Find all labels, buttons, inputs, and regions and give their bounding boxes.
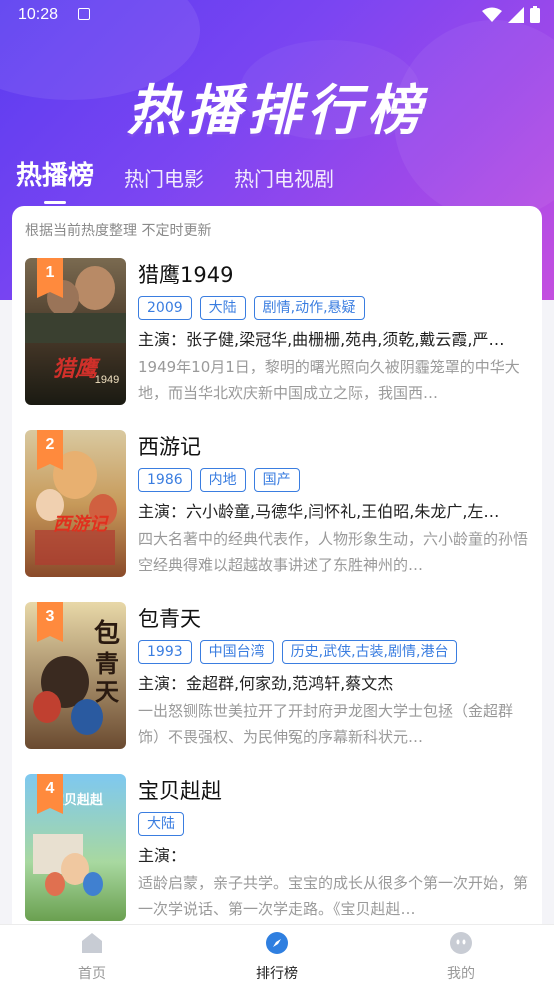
rank-badge: 2 — [37, 430, 63, 470]
wifi-icon — [482, 7, 502, 22]
rank-badge: 3 — [37, 602, 63, 642]
status-time: 10:28 — [18, 6, 59, 23]
list-item[interactable]: 宝贝赳赳 4 宝贝赳赳 大陆 主演： 适龄启蒙，亲子共学。宝宝的成长从很多个第一… — [25, 774, 530, 924]
tag-region: 大陆 — [138, 812, 184, 836]
item-info: 猎鹰1949 2009 大陆 剧情,动作,悬疑 主演：张子健,梁冠华,曲栅栅,苑… — [138, 258, 530, 406]
nav-ranking-label: 排行榜 — [256, 966, 298, 982]
svg-text:1949: 1949 — [95, 374, 119, 386]
bottom-nav: 首页 排行榜 我的 — [0, 924, 554, 984]
item-info: 西游记 1986 内地 国产 主演：六小龄童,马德华,闫怀礼,王伯昭,朱龙广,左… — [138, 430, 530, 578]
battery-icon — [530, 6, 540, 23]
nav-profile[interactable]: 我的 — [421, 931, 501, 983]
tag-genre: 国产 — [253, 468, 300, 492]
item-description: 一出怒铡陈世美拉开了开封府尹龙图大学士包拯（金超群饰）不畏强权、为民伸冤的序幕新… — [138, 702, 514, 746]
nav-profile-label: 我的 — [447, 966, 475, 982]
status-bar: 10:28 — [0, 0, 554, 30]
tag-list: 2009 大陆 剧情,动作,悬疑 — [138, 296, 530, 322]
home-icon — [82, 933, 102, 953]
list-item[interactable]: 西游记 2 西游记 1986 内地 国产 主演：六小龄童,马德华,闫怀礼,王伯昭… — [25, 430, 530, 580]
item-info: 宝贝赳赳 大陆 主演： 适龄启蒙，亲子共学。宝宝的成长从很多个第一次开始，第一次… — [138, 774, 530, 922]
signal-icon — [508, 6, 524, 23]
item-cast: 主演：张子健,梁冠华,曲栅栅,苑冉,须乾,戴云霞,严… — [138, 330, 505, 349]
tag-genre: 剧情,动作,悬疑 — [253, 296, 365, 320]
poster-image[interactable]: 宝贝赳赳 4 — [25, 774, 126, 921]
tag-list: 1986 内地 国产 — [138, 468, 530, 494]
item-cast: 主演：六小龄童,马德华,闫怀礼,王伯昭,朱龙广,左… — [138, 502, 500, 521]
list-item[interactable]: 猎鹰 1949 1 猎鹰1949 2009 大陆 剧情,动作,悬疑 主演：张子健… — [25, 258, 530, 408]
poster-image[interactable]: 包 青 天 3 — [25, 602, 126, 749]
svg-text:包: 包 — [94, 618, 120, 649]
tag-year: 1986 — [138, 468, 192, 492]
sim-icon — [78, 8, 90, 20]
item-title: 宝贝赳赳 — [138, 779, 222, 803]
item-description: 适龄启蒙，亲子共学。宝宝的成长从很多个第一次开始，第一次学说话、第一次学走路。《… — [138, 874, 529, 918]
profile-icon — [450, 932, 472, 954]
poster-image[interactable]: 西游记 2 — [25, 430, 126, 577]
item-cast: 主演：金超群,何家劲,范鸿轩,蔡文杰 — [138, 674, 394, 693]
nav-home[interactable]: 首页 — [52, 931, 132, 983]
item-cast: 主演： — [138, 846, 187, 865]
tab-hot-list[interactable]: 热播榜 — [16, 155, 94, 204]
tag-region: 内地 — [199, 468, 246, 492]
item-title: 西游记 — [138, 435, 201, 459]
svg-text:天: 天 — [95, 677, 119, 706]
item-title: 包青天 — [138, 607, 201, 631]
tag-region: 大陆 — [199, 296, 246, 320]
tag-list: 1993 中国台湾 历史,武侠,古装,剧情,港台 — [138, 640, 530, 666]
nav-ranking[interactable]: 排行榜 — [237, 931, 317, 983]
ranking-list: 根据当前热度整理 不定时更新 猎鹰 1949 1 猎鹰1949 2009 大陆 … — [12, 206, 542, 926]
tab-hot-movies[interactable]: 热门电影 — [124, 163, 204, 200]
tag-region: 中国台湾 — [199, 640, 274, 664]
svg-text:西游记: 西游记 — [53, 514, 109, 535]
tag-year: 2009 — [138, 296, 192, 320]
status-icons — [482, 6, 540, 23]
list-hint: 根据当前热度整理 不定时更新 — [25, 223, 212, 239]
page-title: 热播排行榜 — [127, 79, 427, 142]
item-description: 1949年10月1日，黎明的曙光照向久被阴霾笼罩的中华大地，而当华北欢庆新中国成… — [138, 358, 520, 402]
list-item[interactable]: 包 青 天 3 包青天 1993 中国台湾 历史,武侠,古装,剧情,港台 主演：… — [25, 602, 530, 752]
tag-genre: 历史,武侠,古装,剧情,港台 — [281, 640, 458, 664]
item-title: 猎鹰1949 — [138, 263, 234, 287]
rank-badge: 1 — [37, 258, 63, 298]
svg-text:青: 青 — [95, 649, 119, 678]
tag-year: 1993 — [138, 640, 192, 664]
tab-hot-tv[interactable]: 热门电视剧 — [234, 163, 334, 200]
nav-home-label: 首页 — [78, 966, 106, 982]
compass-icon — [266, 932, 288, 954]
rank-badge: 4 — [37, 774, 63, 814]
item-info: 包青天 1993 中国台湾 历史,武侠,古装,剧情,港台 主演：金超群,何家劲,… — [138, 602, 530, 750]
tab-bar: 热播榜 热门电影 热门电视剧 — [16, 155, 334, 204]
item-description: 四大名著中的经典代表作，人物形象生动，六小龄童的孙悟空经典得难以超越故事讲述了东… — [138, 530, 529, 574]
tag-list: 大陆 — [138, 812, 530, 838]
poster-image[interactable]: 猎鹰 1949 1 — [25, 258, 126, 405]
